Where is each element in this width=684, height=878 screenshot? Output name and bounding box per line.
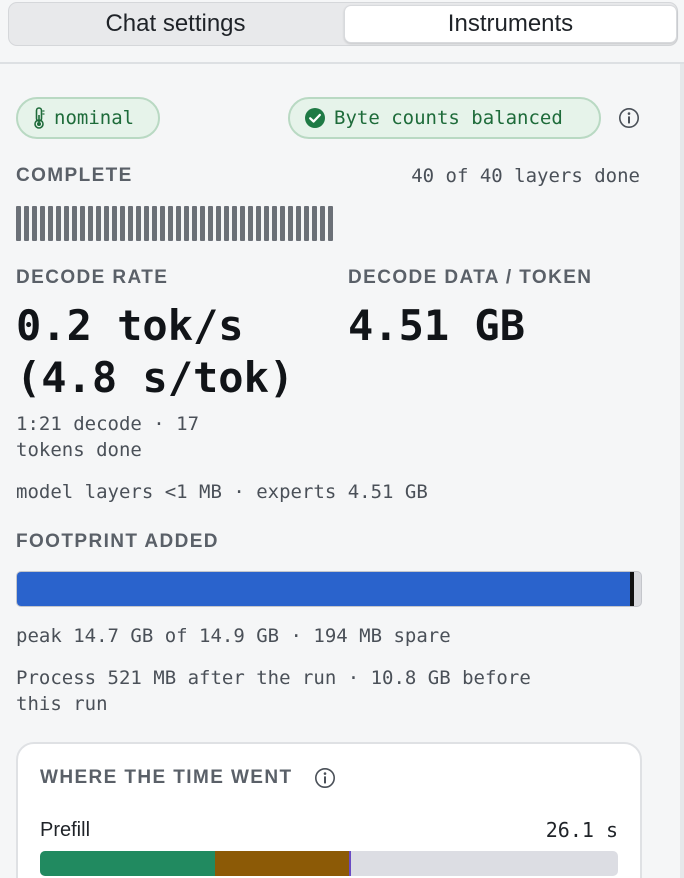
layers-progress-text: 40 of 40 layers done bbox=[411, 165, 640, 187]
process-memory-line2: this run bbox=[16, 693, 108, 715]
decode-rate-secondary: (4.8 s/tok) bbox=[16, 353, 295, 402]
layer-tick bbox=[304, 206, 309, 241]
footprint-summary: peak 14.7 GB of 14.9 GB · 194 MB spare bbox=[16, 625, 451, 647]
layer-tick bbox=[136, 206, 141, 241]
prefill-label: Prefill bbox=[40, 819, 91, 841]
time-breakdown-title: WHERE THE TIME WENT bbox=[40, 767, 293, 788]
decode-data-value: 4.51 GB bbox=[348, 301, 526, 350]
layer-tick bbox=[112, 206, 117, 241]
thermal-status-label: nominal bbox=[54, 107, 135, 129]
footprint-bar-fill bbox=[17, 572, 633, 606]
tab-chat-settings[interactable]: Chat settings bbox=[9, 3, 342, 45]
layer-tick bbox=[232, 206, 237, 241]
layer-tick bbox=[160, 206, 165, 241]
layer-tick bbox=[288, 206, 293, 241]
decode-breakdown: model layers <1 MB · experts 4.51 GB bbox=[16, 481, 428, 503]
layer-tick bbox=[224, 206, 229, 241]
layer-tick bbox=[208, 206, 213, 241]
thermal-status-badge: nominal bbox=[16, 97, 160, 139]
layer-tick bbox=[296, 206, 301, 241]
decode-data-label: DECODE DATA / TOKEN bbox=[348, 267, 593, 288]
layer-tick bbox=[48, 206, 53, 241]
decode-rate-value: 0.2 tok/s bbox=[16, 301, 244, 350]
layer-tick bbox=[40, 206, 45, 241]
layers-progress-bar bbox=[16, 206, 333, 241]
scrollbar[interactable] bbox=[680, 64, 684, 878]
layer-tick bbox=[280, 206, 285, 241]
layer-tick bbox=[152, 206, 157, 241]
thermometer-icon bbox=[34, 107, 45, 129]
layer-tick bbox=[104, 206, 109, 241]
layer-tick bbox=[24, 206, 29, 241]
balance-status-badge: Byte counts balanced bbox=[288, 97, 601, 139]
tab-instruments[interactable]: Instruments bbox=[344, 5, 677, 43]
footprint-bar bbox=[16, 571, 642, 607]
check-circle-icon bbox=[305, 108, 325, 128]
decode-meta-line2: tokens done bbox=[16, 439, 142, 461]
info-icon[interactable] bbox=[618, 107, 640, 129]
decode-rate-label: DECODE RATE bbox=[16, 267, 169, 288]
header-divider bbox=[0, 62, 684, 64]
layer-tick bbox=[96, 206, 101, 241]
layer-tick bbox=[248, 206, 253, 241]
time-info-icon[interactable] bbox=[314, 767, 336, 789]
layer-tick bbox=[72, 206, 77, 241]
layer-tick bbox=[144, 206, 149, 241]
prefill-segment-1 bbox=[214, 851, 350, 876]
prefill-value: 26.1 s bbox=[545, 818, 618, 842]
layer-tick bbox=[120, 206, 125, 241]
footprint-label: FOOTPRINT ADDED bbox=[16, 531, 219, 552]
layer-tick bbox=[88, 206, 93, 241]
layer-tick bbox=[176, 206, 181, 241]
layer-tick bbox=[16, 206, 21, 241]
layer-tick bbox=[200, 206, 205, 241]
layer-tick bbox=[320, 206, 325, 241]
prefill-time-bar bbox=[40, 851, 618, 876]
layer-tick bbox=[184, 206, 189, 241]
layer-tick bbox=[56, 206, 61, 241]
footprint-peak-marker bbox=[629, 572, 634, 606]
layer-tick bbox=[256, 206, 261, 241]
prefill-segment-2 bbox=[349, 851, 351, 876]
layer-tick bbox=[192, 206, 197, 241]
panel-tab-bar: Chat settings Instruments bbox=[8, 2, 678, 46]
decode-meta-line1: 1:21 decode · 17 bbox=[16, 413, 200, 435]
layer-tick bbox=[64, 206, 69, 241]
balance-status-label: Byte counts balanced bbox=[334, 107, 563, 129]
layer-tick bbox=[272, 206, 277, 241]
layer-tick bbox=[80, 206, 85, 241]
layer-tick bbox=[32, 206, 37, 241]
prefill-segment-0 bbox=[40, 851, 215, 876]
layer-tick bbox=[264, 206, 269, 241]
layer-tick bbox=[216, 206, 221, 241]
layer-tick bbox=[168, 206, 173, 241]
layer-tick bbox=[312, 206, 317, 241]
run-state-label: COMPLETE bbox=[16, 165, 133, 186]
layer-tick bbox=[328, 206, 333, 241]
layer-tick bbox=[240, 206, 245, 241]
layer-tick bbox=[128, 206, 133, 241]
process-memory-line1: Process 521 MB after the run · 10.8 GB b… bbox=[16, 667, 531, 689]
